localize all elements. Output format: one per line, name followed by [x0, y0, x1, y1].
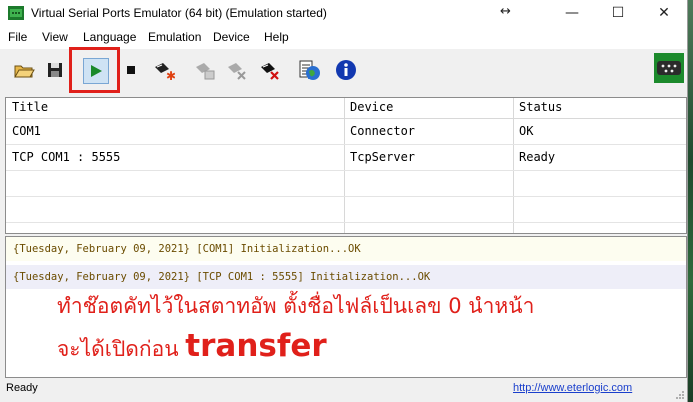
svg-text:✱: ✱: [166, 69, 175, 81]
menu-emulation[interactable]: Emulation: [148, 30, 201, 44]
highlight-box: [69, 47, 120, 93]
minimize-icon: —: [565, 5, 579, 21]
maximize-icon: ☐: [611, 5, 625, 21]
app-icon: [8, 6, 24, 20]
menu-view[interactable]: View: [42, 30, 68, 44]
status-bar: Ready http://www.eterlogic.com: [0, 379, 687, 402]
log-entry: {Tuesday, February 09, 2021} [TCP COM1 :…: [6, 265, 686, 289]
globe-icon[interactable]: [305, 65, 321, 81]
empty-row: [6, 197, 686, 223]
device-list: Title Device Status COM1 Connector OK TC…: [5, 97, 687, 234]
annotation-emphasis: transfer: [185, 328, 327, 364]
device-delete-icon[interactable]: [259, 59, 281, 81]
close-button[interactable]: ✕: [641, 0, 687, 27]
serial-port-icon: [654, 53, 684, 83]
cell-device: Connector: [350, 124, 416, 138]
cell-device: TcpServer: [350, 150, 416, 164]
website-link[interactable]: http://www.eterlogic.com: [513, 382, 632, 394]
cell-status: Ready: [519, 150, 556, 164]
annotation-line-2-text: จะได้เปิดก่อน: [57, 337, 186, 361]
status-text: Ready: [6, 382, 38, 394]
maximize-button[interactable]: ☐: [595, 0, 641, 27]
list-header: Title Device Status: [6, 98, 686, 119]
stop-icon[interactable]: [120, 59, 142, 81]
menu-help[interactable]: Help: [264, 30, 289, 44]
app-window: Virtual Serial Ports Emulator (64 bit) (…: [0, 0, 688, 402]
open-folder-icon[interactable]: [13, 59, 35, 81]
device-edit-icon[interactable]: [194, 59, 216, 81]
resize-grip-icon[interactable]: [675, 390, 685, 400]
device-disabled-icon[interactable]: [226, 59, 248, 81]
cell-title: TCP COM1 : 5555: [12, 150, 121, 164]
menu-device[interactable]: Device: [213, 30, 250, 44]
save-icon[interactable]: [44, 59, 66, 81]
log-entry: {Tuesday, February 09, 2021} [COM1] Init…: [6, 237, 686, 261]
empty-row: [6, 171, 686, 197]
cell-status: OK: [519, 124, 534, 138]
menu-bar: File View Language Emulation Device Help: [0, 27, 687, 49]
menu-file[interactable]: File: [8, 30, 27, 44]
menu-language[interactable]: Language: [83, 30, 136, 44]
column-status[interactable]: Status: [519, 100, 562, 114]
column-device[interactable]: Device: [350, 100, 393, 114]
title-bar[interactable]: Virtual Serial Ports Emulator (64 bit) (…: [0, 0, 687, 27]
column-title[interactable]: Title: [12, 100, 48, 114]
window-title: Virtual Serial Ports Emulator (64 bit) (…: [31, 6, 327, 20]
cell-title: COM1: [12, 124, 41, 138]
info-icon[interactable]: [335, 59, 357, 81]
minimize-button[interactable]: —: [549, 0, 595, 27]
table-row[interactable]: TCP COM1 : 5555 TcpServer Ready: [6, 145, 686, 171]
resize-arrow-icon: ↔: [500, 4, 511, 19]
annotation-line-1: ทำช๊อตคัทไว้ในสตาทอัพ ตั้งชื่อไฟล์เป็นเล…: [57, 294, 535, 318]
table-row[interactable]: COM1 Connector OK: [6, 119, 686, 145]
close-icon: ✕: [658, 5, 670, 21]
annotation-line-2: จะได้เปิดก่อน transfer: [57, 328, 327, 366]
device-new-icon[interactable]: ✱: [153, 59, 175, 81]
